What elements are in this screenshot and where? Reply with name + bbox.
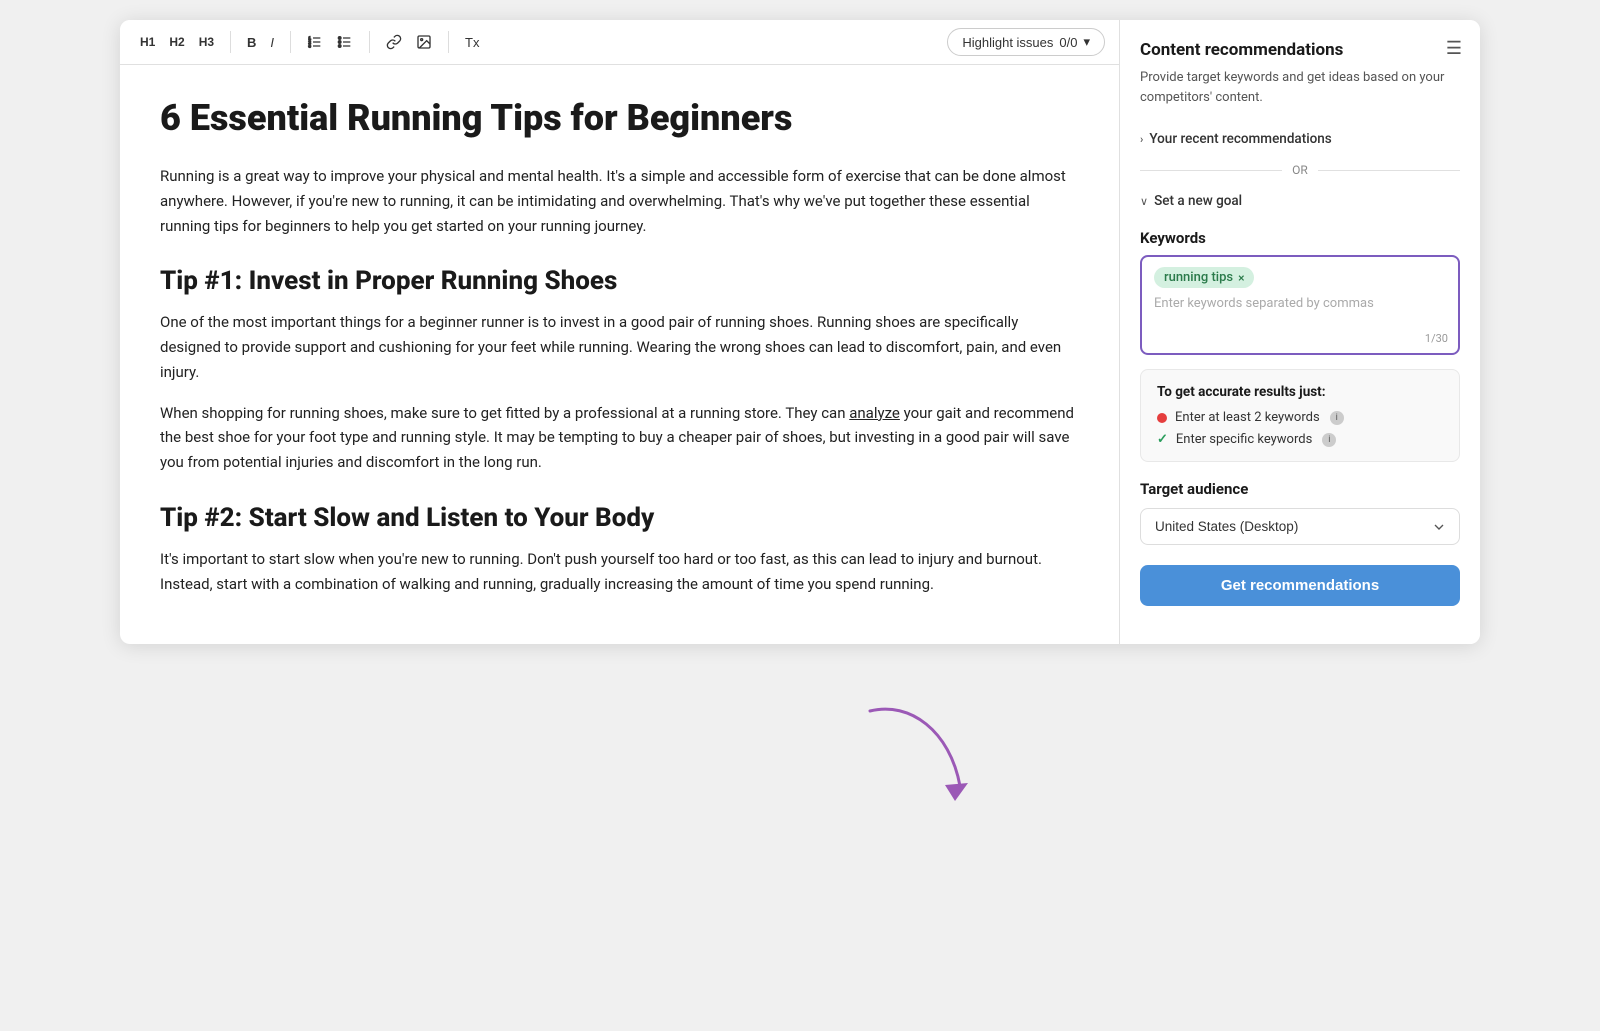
rule2-label: Enter specific keywords (1176, 432, 1312, 447)
sidebar: ☰ Content recommendations Provide target… (1120, 20, 1480, 644)
rule1-status-icon (1157, 413, 1167, 423)
new-goal-item[interactable]: ∨ Set a new goal (1140, 187, 1460, 215)
keywords-label: Keywords (1140, 229, 1460, 247)
editor-panel: H1 H2 H3 B I 123 (120, 20, 1120, 644)
highlight-chevron: ▾ (1083, 34, 1090, 50)
tip2-heading: Tip #2: Start Slow and Listen to Your Bo… (160, 503, 1079, 533)
app-container: H1 H2 H3 B I 123 (120, 20, 1480, 644)
chevron-down-icon: ∨ (1140, 195, 1148, 208)
or-text: OR (1292, 163, 1308, 177)
tip1-heading: Tip #1: Invest in Proper Running Shoes (160, 266, 1079, 296)
keyword-tag-running-tips: running tips × (1154, 267, 1254, 288)
toolbar-divider-2 (290, 31, 291, 53)
rule2-info-icon[interactable]: i (1322, 433, 1336, 447)
insert-group (380, 30, 438, 54)
rule1-item: Enter at least 2 keywords i (1157, 410, 1443, 425)
article-title: 6 Essential Running Tips for Beginners (160, 97, 1079, 140)
sidebar-desc: Provide target keywords and get ideas ba… (1140, 68, 1460, 107)
keywords-input-box[interactable]: running tips × Enter keywords separated … (1140, 255, 1460, 355)
h2-button[interactable]: H2 (163, 31, 190, 53)
or-divider: OR (1140, 163, 1460, 177)
rule2-status-icon: ✓ (1157, 432, 1168, 447)
chevron-right-icon: › (1140, 133, 1143, 146)
toolbar-divider-1 (230, 31, 231, 53)
intro-paragraph: Running is a great way to improve your p… (160, 164, 1079, 238)
editor-content[interactable]: 6 Essential Running Tips for Beginners R… (120, 65, 1119, 644)
target-audience-label: Target audience (1140, 480, 1460, 498)
rule2-item: ✓ Enter specific keywords i (1157, 432, 1443, 447)
highlight-label: Highlight issues (962, 35, 1053, 50)
bullet-list-button[interactable] (331, 30, 359, 54)
accurate-title: To get accurate results just: (1157, 384, 1443, 400)
accurate-results-box: To get accurate results just: Enter at l… (1140, 369, 1460, 462)
tip2-paragraph1: It's important to start slow when you're… (160, 547, 1079, 597)
tip1-paragraph1: One of the most important things for a b… (160, 310, 1079, 384)
list-group: 123 (301, 30, 359, 54)
analyze-link[interactable]: analyze (849, 404, 900, 422)
ordered-list-button[interactable]: 123 (301, 30, 329, 54)
get-recommendations-button[interactable]: Get recommendations (1140, 565, 1460, 606)
audience-select[interactable]: United States (Desktop) United Kingdom (… (1140, 508, 1460, 545)
heading-group: H1 H2 H3 (134, 31, 220, 53)
italic-button[interactable]: I (264, 31, 280, 54)
clear-format-button[interactable]: Tx (459, 31, 485, 54)
keyword-tag-text: running tips (1164, 270, 1233, 285)
rule1-info-icon[interactable]: i (1330, 411, 1344, 425)
recent-recommendations-item[interactable]: › Your recent recommendations (1140, 125, 1460, 153)
keyword-tag-remove[interactable]: × (1238, 271, 1244, 285)
image-button[interactable] (410, 30, 438, 54)
keywords-counter: 1/30 (1425, 332, 1448, 345)
rule1-label: Enter at least 2 keywords (1175, 410, 1320, 425)
arrow-annotation (850, 701, 980, 811)
sidebar-title: Content recommendations (1140, 40, 1460, 60)
keywords-placeholder: Enter keywords separated by commas (1154, 296, 1446, 311)
bold-button[interactable]: B (241, 31, 262, 54)
h1-button[interactable]: H1 (134, 31, 161, 53)
highlight-issues-button[interactable]: Highlight issues 0/0 ▾ (947, 28, 1105, 56)
highlight-count: 0/0 (1059, 35, 1077, 50)
svg-text:3: 3 (308, 43, 311, 48)
format-group: B I (241, 31, 280, 54)
new-goal-label: Set a new goal (1154, 193, 1242, 209)
toolbar-divider-4 (448, 31, 449, 53)
recent-recommendations-label: Your recent recommendations (1149, 131, 1331, 147)
h3-button[interactable]: H3 (193, 31, 220, 53)
toolbar: H1 H2 H3 B I 123 (120, 20, 1119, 65)
link-button[interactable] (380, 30, 408, 54)
toolbar-divider-3 (369, 31, 370, 53)
sidebar-menu-icon[interactable]: ☰ (1446, 38, 1462, 59)
tip1-paragraph2: When shopping for running shoes, make su… (160, 401, 1079, 475)
